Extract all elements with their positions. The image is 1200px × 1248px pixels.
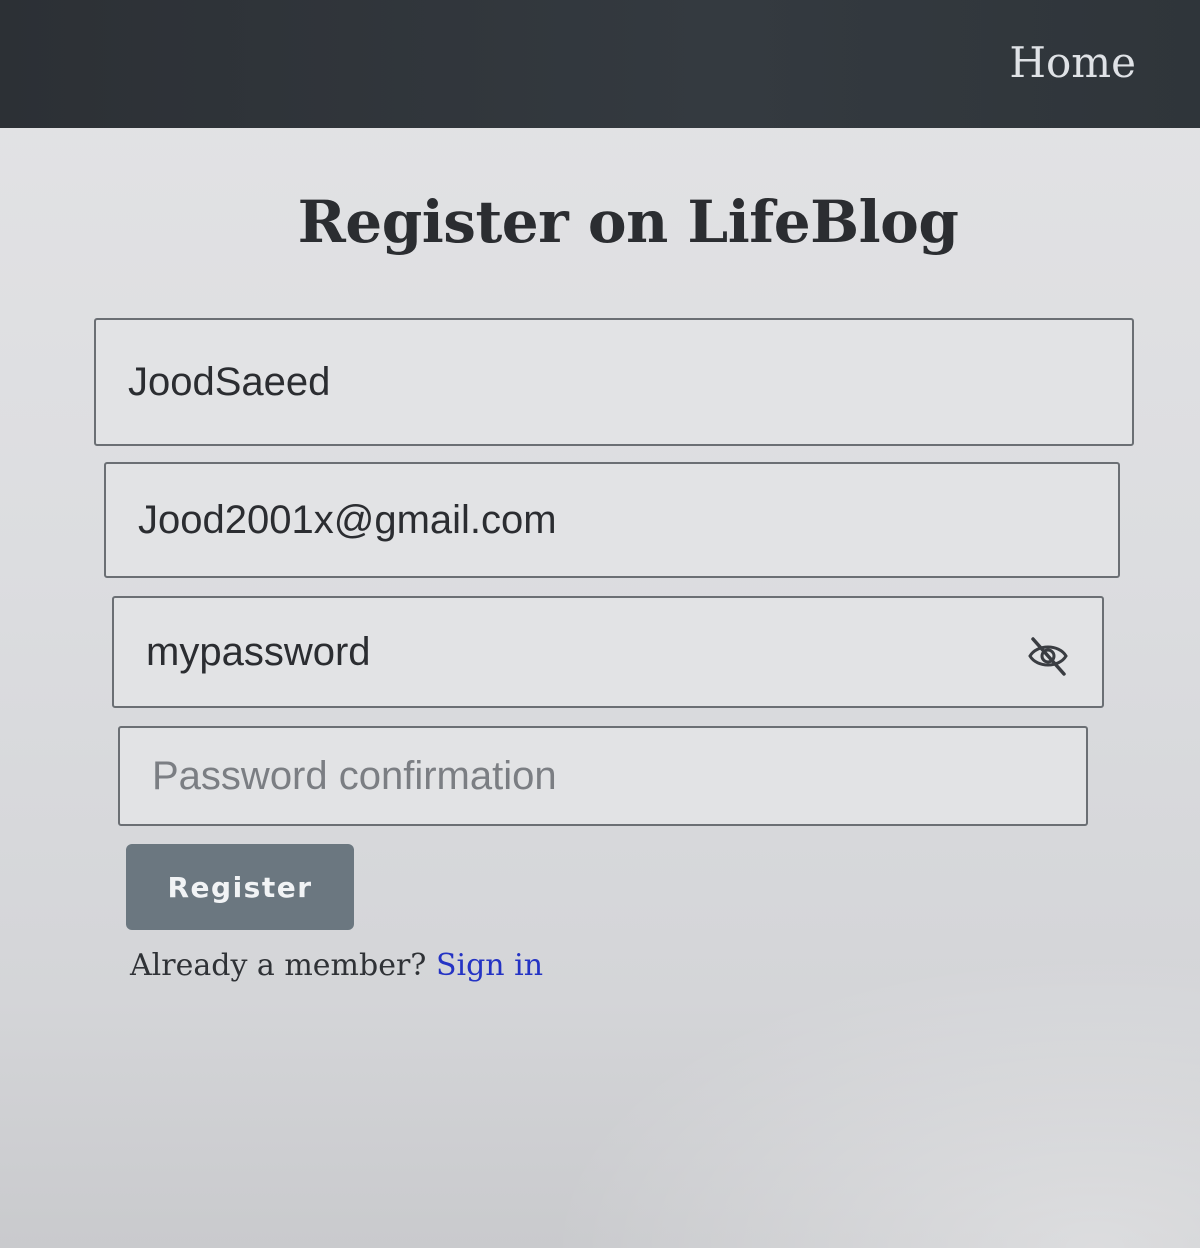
navbar: Home — [0, 0, 1200, 128]
username-input[interactable] — [96, 320, 1132, 444]
email-field-wrapper — [104, 462, 1120, 578]
signin-prompt-text: Already a member? — [130, 948, 427, 983]
password-confirmation-input[interactable] — [120, 728, 1086, 824]
password-field-wrapper — [112, 596, 1104, 708]
register-button[interactable]: Register — [126, 844, 354, 930]
signin-link[interactable]: Sign in — [436, 948, 543, 983]
email-input[interactable] — [106, 464, 1118, 576]
screen: Home Register on LifeBlog Register Alr — [0, 0, 1200, 1248]
password-confirmation-field-wrapper — [118, 726, 1088, 826]
nav-home-link[interactable]: Home — [1009, 38, 1136, 87]
eye-slash-icon[interactable] — [1024, 634, 1072, 678]
screen-glare — [500, 928, 1200, 1248]
password-input[interactable] — [114, 598, 1102, 706]
username-field-wrapper — [94, 318, 1134, 446]
page-title: Register on LifeBlog — [297, 188, 959, 256]
signin-prompt: Already a member? Sign in — [130, 948, 543, 983]
